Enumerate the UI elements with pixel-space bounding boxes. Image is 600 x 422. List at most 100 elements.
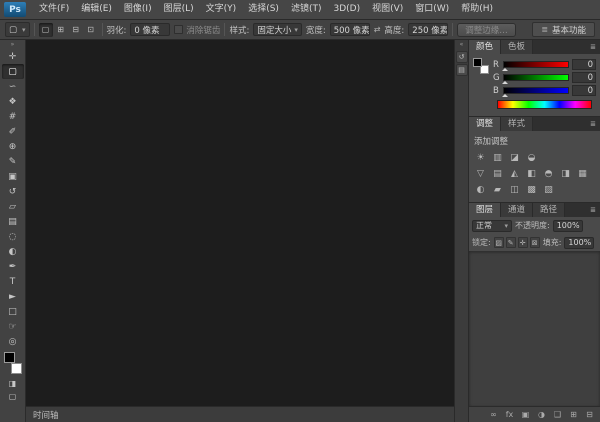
screen-mode-button[interactable]: ▢	[2, 390, 24, 403]
background-color-swatch[interactable]	[10, 363, 22, 374]
panel-tab[interactable]: 样式	[501, 117, 534, 131]
quick-selection-tool[interactable]: ❖	[2, 94, 24, 109]
channel-slider[interactable]	[502, 87, 569, 97]
vibrance-icon[interactable]: ▽	[472, 166, 489, 182]
brightness-contrast-icon[interactable]: ☀	[472, 150, 489, 166]
lock-pixels-icon[interactable]: ✎	[505, 237, 516, 248]
channel-value-input[interactable]: 0	[572, 59, 596, 70]
menu-item[interactable]: 帮助(H)	[455, 0, 499, 19]
move-tool[interactable]: ✛	[2, 49, 24, 64]
antialias-checkbox[interactable]: 消除锯齿	[174, 24, 220, 36]
style-select[interactable]: 固定大小 ▾	[253, 23, 302, 36]
panel-tab[interactable]: 颜色	[469, 40, 502, 54]
channel-mixer-icon[interactable]: ◨	[557, 166, 574, 182]
panel-menu-icon[interactable]: ≣	[586, 117, 600, 131]
workspace-switcher-button[interactable]: ≣ 基本功能	[532, 22, 595, 37]
channel-value-input[interactable]: 0	[572, 85, 596, 96]
hand-tool[interactable]: ☞	[2, 319, 24, 334]
layer-list[interactable]	[469, 251, 600, 406]
width-input[interactable]: 500 像素	[329, 23, 370, 36]
swap-width-height-icon[interactable]: ⇄	[374, 25, 381, 34]
pen-tool[interactable]: ✒	[2, 259, 24, 274]
menu-item[interactable]: 视图(V)	[366, 0, 409, 19]
menu-item[interactable]: 滤镜(T)	[285, 0, 328, 19]
add-to-selection-icon[interactable]: ⊞	[54, 23, 68, 37]
shape-tool[interactable]: □	[2, 304, 24, 319]
fill-input[interactable]: 100% ▾	[564, 236, 595, 249]
eraser-tool[interactable]: ▱	[2, 199, 24, 214]
hue-saturation-icon[interactable]: ▤	[489, 166, 506, 182]
panel-menu-icon[interactable]: ≣	[586, 203, 600, 217]
lasso-tool[interactable]: ∽	[2, 79, 24, 94]
subtract-from-selection-icon[interactable]: ⊟	[69, 23, 83, 37]
timeline-bar[interactable]: 时间轴	[26, 406, 454, 422]
black-white-icon[interactable]: ◧	[523, 166, 540, 182]
foreground-color-swatch[interactable]	[473, 58, 482, 67]
feather-input[interactable]: 0 像素	[130, 23, 171, 36]
menu-item[interactable]: 图像(I)	[118, 0, 158, 19]
threshold-icon[interactable]: ◫	[506, 182, 523, 198]
canvas-area[interactable]	[26, 40, 454, 406]
opacity-input[interactable]: 100% ▾	[552, 219, 583, 232]
channel-value-input[interactable]: 0	[572, 72, 596, 83]
new-adjustment-layer-icon[interactable]: ◑	[535, 408, 548, 421]
lock-position-icon[interactable]: ✛	[517, 237, 528, 248]
lock-transparency-icon[interactable]: ▨	[493, 237, 504, 248]
menu-item[interactable]: 文字(Y)	[200, 0, 243, 19]
history-brush-tool[interactable]: ↺	[2, 184, 24, 199]
menu-item[interactable]: 编辑(E)	[75, 0, 118, 19]
color-spectrum-ramp[interactable]	[497, 100, 592, 109]
panel-tab[interactable]: 图层	[469, 203, 502, 217]
gradient-map-icon[interactable]: ▩	[523, 182, 540, 198]
intersect-selection-icon[interactable]: ⊡	[84, 23, 98, 37]
link-layers-icon[interactable]: ∞	[487, 408, 500, 421]
expand-panels-icon[interactable]: «	[460, 40, 464, 50]
clone-stamp-tool[interactable]: ▣	[2, 169, 24, 184]
curves-icon[interactable]: ◪	[506, 150, 523, 166]
properties-panel-icon[interactable]: ▤	[455, 64, 468, 76]
channel-slider[interactable]	[502, 61, 569, 71]
gradient-tool[interactable]: ▤	[2, 214, 24, 229]
healing-brush-tool[interactable]: ⊕	[2, 139, 24, 154]
panel-tab[interactable]: 调整	[469, 117, 502, 131]
new-selection-icon[interactable]: ▢	[38, 22, 53, 37]
menu-item[interactable]: 文件(F)	[33, 0, 75, 19]
menu-item[interactable]: 图层(L)	[158, 0, 200, 19]
color-panel-swatches[interactable]	[473, 58, 489, 74]
menu-item[interactable]: 选择(S)	[242, 0, 285, 19]
channel-slider[interactable]	[502, 74, 569, 84]
type-tool[interactable]: T	[2, 274, 24, 289]
path-selection-tool[interactable]: ►	[2, 289, 24, 304]
selective-color-icon[interactable]: ▨	[540, 182, 557, 198]
layer-effects-icon[interactable]: fx	[503, 408, 516, 421]
panel-tab[interactable]: 色板	[501, 40, 534, 54]
blur-tool[interactable]: ◌	[2, 229, 24, 244]
invert-icon[interactable]: ◐	[472, 182, 489, 198]
panel-tab[interactable]: 路径	[533, 203, 566, 217]
lock-all-icon[interactable]: ⊠	[529, 237, 540, 248]
height-input[interactable]: 250 像素	[408, 23, 449, 36]
panel-menu-icon[interactable]: ≣	[586, 40, 600, 54]
blend-mode-select[interactable]: 正常 ▾	[472, 219, 512, 232]
add-layer-mask-icon[interactable]: ▣	[519, 408, 532, 421]
history-panel-icon[interactable]: ↺	[455, 51, 468, 63]
color-balance-icon[interactable]: ◭	[506, 166, 523, 182]
delete-layer-icon[interactable]: ⊟	[583, 408, 596, 421]
levels-icon[interactable]: ▥	[489, 150, 506, 166]
brush-tool[interactable]: ✎	[2, 154, 24, 169]
menu-item[interactable]: 窗口(W)	[409, 0, 455, 19]
exposure-icon[interactable]: ◒	[523, 150, 540, 166]
tool-preset-button[interactable]: ▢ ▾	[5, 22, 30, 37]
photo-filter-icon[interactable]: ◓	[540, 166, 557, 182]
eyedropper-tool[interactable]: ✐	[2, 124, 24, 139]
posterize-icon[interactable]: ▰	[489, 182, 506, 198]
zoom-tool[interactable]: ◎	[2, 334, 24, 349]
toolbar-collapse-icon[interactable]: »	[11, 40, 15, 49]
refine-edge-button[interactable]: 调整边缘…	[457, 22, 516, 37]
rectangular-marquee-tool[interactable]: ▢	[1, 64, 24, 79]
new-group-icon[interactable]: ❑	[551, 408, 564, 421]
color-lookup-icon[interactable]: ▦	[574, 166, 591, 182]
quick-mask-button[interactable]: ◨	[2, 377, 24, 390]
foreground-color-swatch[interactable]	[3, 352, 15, 363]
crop-tool[interactable]: #	[2, 109, 24, 124]
